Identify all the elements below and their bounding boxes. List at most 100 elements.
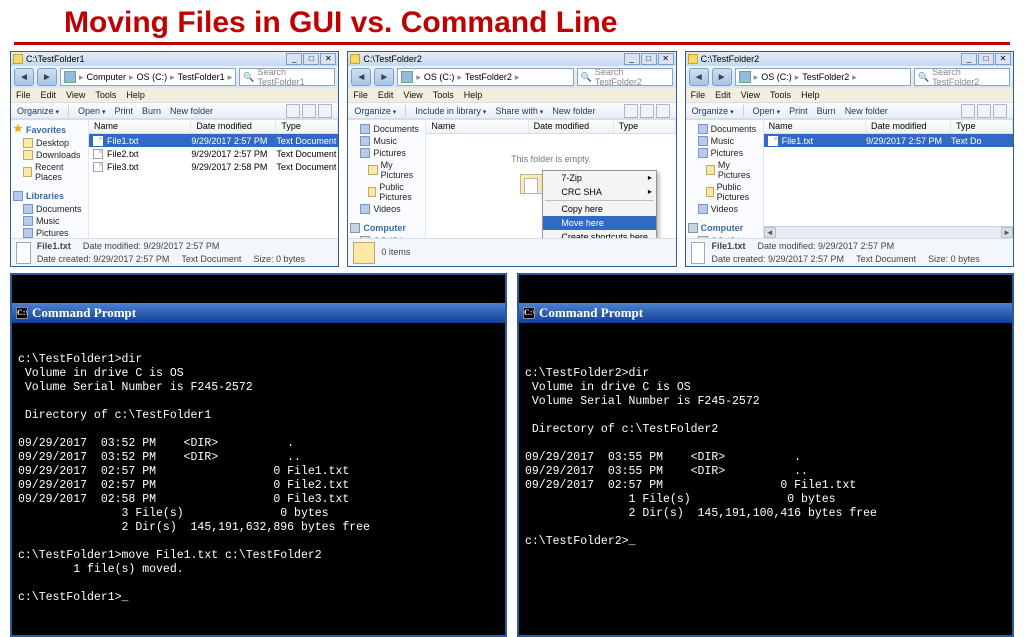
menu-file[interactable]: File <box>353 90 368 100</box>
horizontal-scrollbar[interactable]: ◄► <box>764 226 1013 238</box>
help-icon[interactable] <box>993 104 1007 118</box>
col-type[interactable]: Type <box>614 120 676 133</box>
column-headers[interactable]: Name Date modified Type <box>89 120 338 134</box>
col-type[interactable]: Type <box>951 120 1013 133</box>
view-options-icon[interactable] <box>302 104 316 118</box>
back-button[interactable]: ◄ <box>689 68 709 86</box>
col-date[interactable]: Date modified <box>529 120 614 133</box>
command-prompt-left[interactable]: C:\Command Prompt c:\TestFolder1>dir Vol… <box>10 273 507 637</box>
crumb-drive[interactable]: OS (C:) <box>761 72 792 82</box>
maximize-button[interactable]: □ <box>641 53 657 65</box>
maximize-button[interactable]: □ <box>978 53 994 65</box>
include-library-button[interactable]: Include in library <box>415 106 486 116</box>
menu-help[interactable]: Help <box>464 90 483 100</box>
col-name[interactable]: Name <box>89 120 191 133</box>
breadcrumb[interactable]: ▸OS (C:)▸TestFolder2▸ <box>735 68 911 86</box>
menu-edit[interactable]: Edit <box>41 90 57 100</box>
minimize-button[interactable]: _ <box>286 53 302 65</box>
crumb-folder[interactable]: TestFolder2 <box>802 72 849 82</box>
open-button[interactable]: Open <box>78 106 106 116</box>
crumb-computer[interactable]: Computer <box>87 72 127 82</box>
nav-videos[interactable]: Videos <box>350 203 423 215</box>
new-folder-button[interactable]: New folder <box>845 106 888 116</box>
nav-downloads[interactable]: Downloads <box>13 149 86 161</box>
menu-view[interactable]: View <box>66 90 85 100</box>
scroll-left-button[interactable]: ◄ <box>764 227 776 238</box>
menu-tools[interactable]: Tools <box>95 90 116 100</box>
forward-button[interactable]: ► <box>37 68 57 86</box>
column-headers[interactable]: NameDate modifiedType <box>764 120 1013 134</box>
search-input[interactable]: 🔍Search TestFolder2 <box>577 68 673 86</box>
nav-pictures[interactable]: Pictures <box>688 147 761 159</box>
minimize-button[interactable]: _ <box>961 53 977 65</box>
menu-file[interactable]: File <box>691 90 706 100</box>
nav-pictures[interactable]: Pictures <box>13 227 86 238</box>
file-row[interactable]: File1.txt9/29/2017 2:57 PMText Do <box>764 134 1013 147</box>
breadcrumb[interactable]: ▸Computer ▸OS (C:) ▸TestFolder1 ▸ <box>60 68 236 86</box>
menu-file[interactable]: File <box>16 90 31 100</box>
view-details-icon[interactable] <box>961 104 975 118</box>
nav-documents[interactable]: Documents <box>688 123 761 135</box>
forward-button[interactable]: ► <box>374 68 394 86</box>
nav-public-pictures[interactable]: Public Pictures <box>688 181 761 203</box>
print-button[interactable]: Print <box>115 106 134 116</box>
back-button[interactable]: ◄ <box>351 68 371 86</box>
menu-help[interactable]: Help <box>126 90 145 100</box>
organize-button[interactable]: Organize <box>692 106 734 116</box>
nav-recent[interactable]: Recent Places <box>13 161 86 183</box>
open-button[interactable]: Open <box>753 106 781 116</box>
menu-view[interactable]: View <box>403 90 422 100</box>
col-name[interactable]: Name <box>426 120 528 133</box>
file-list[interactable]: NameDate modifiedType File1.txt9/29/2017… <box>764 120 1013 238</box>
menu-edit[interactable]: Edit <box>715 90 731 100</box>
share-with-button[interactable]: Share with <box>495 106 543 116</box>
burn-button[interactable]: Burn <box>142 106 161 116</box>
file-list[interactable]: Name Date modified Type File1.txt9/29/20… <box>89 120 338 238</box>
nav-documents[interactable]: Documents <box>13 203 86 215</box>
ctx-shortcut[interactable]: Create shortcuts here <box>543 230 656 238</box>
menu-tools[interactable]: Tools <box>433 90 454 100</box>
nav-music[interactable]: Music <box>13 215 86 227</box>
organize-button[interactable]: Organize <box>17 106 59 116</box>
command-prompt-right[interactable]: C:\Command Prompt c:\TestFolder2>dir Vol… <box>517 273 1014 637</box>
file-row[interactable]: File3.txt9/29/2017 2:58 PMText Document <box>89 160 338 173</box>
titlebar[interactable]: C:\TestFolder2_□✕ <box>348 52 675 66</box>
crumb-folder[interactable]: TestFolder1 <box>178 72 225 82</box>
cmd-titlebar[interactable]: C:\Command Prompt <box>519 303 1012 323</box>
menu-view[interactable]: View <box>741 90 760 100</box>
crumb-drive[interactable]: OS (C:) <box>137 72 168 82</box>
organize-button[interactable]: Organize <box>354 106 396 116</box>
file-row[interactable]: File2.txt9/29/2017 2:57 PMText Document <box>89 147 338 160</box>
maximize-button[interactable]: □ <box>303 53 319 65</box>
titlebar[interactable]: C:\TestFolder1 _ □ ✕ <box>11 52 338 66</box>
close-button[interactable]: ✕ <box>658 53 674 65</box>
search-input[interactable]: 🔍Search TestFolder2 <box>914 68 1010 86</box>
crumb-folder[interactable]: TestFolder2 <box>465 72 512 82</box>
ctx-move-here[interactable]: Move here <box>543 216 656 230</box>
burn-button[interactable]: Burn <box>817 106 836 116</box>
forward-button[interactable]: ► <box>712 68 732 86</box>
titlebar[interactable]: C:\TestFolder2_□✕ <box>686 52 1013 66</box>
nav-music[interactable]: Music <box>688 135 761 147</box>
nav-documents[interactable]: Documents <box>350 123 423 135</box>
view-options-icon[interactable] <box>640 104 654 118</box>
column-headers[interactable]: NameDate modifiedType <box>426 120 675 134</box>
nav-music[interactable]: Music <box>350 135 423 147</box>
menu-help[interactable]: Help <box>801 90 820 100</box>
close-button[interactable]: ✕ <box>320 53 336 65</box>
nav-public-pictures[interactable]: Public Pictures <box>350 181 423 203</box>
back-button[interactable]: ◄ <box>14 68 34 86</box>
menu-edit[interactable]: Edit <box>378 90 394 100</box>
print-button[interactable]: Print <box>789 106 808 116</box>
nav-videos[interactable]: Videos <box>688 203 761 215</box>
menu-tools[interactable]: Tools <box>770 90 791 100</box>
file-list[interactable]: NameDate modifiedType This folder is emp… <box>426 120 675 238</box>
ctx-copy-here[interactable]: Copy here <box>543 202 656 216</box>
view-details-icon[interactable] <box>286 104 300 118</box>
col-date[interactable]: Date modified <box>866 120 951 133</box>
nav-my-pictures[interactable]: My Pictures <box>350 159 423 181</box>
help-icon[interactable] <box>656 104 670 118</box>
minimize-button[interactable]: _ <box>624 53 640 65</box>
file-row[interactable]: File1.txt9/29/2017 2:57 PMText Document <box>89 134 338 147</box>
new-folder-button[interactable]: New folder <box>170 106 213 116</box>
